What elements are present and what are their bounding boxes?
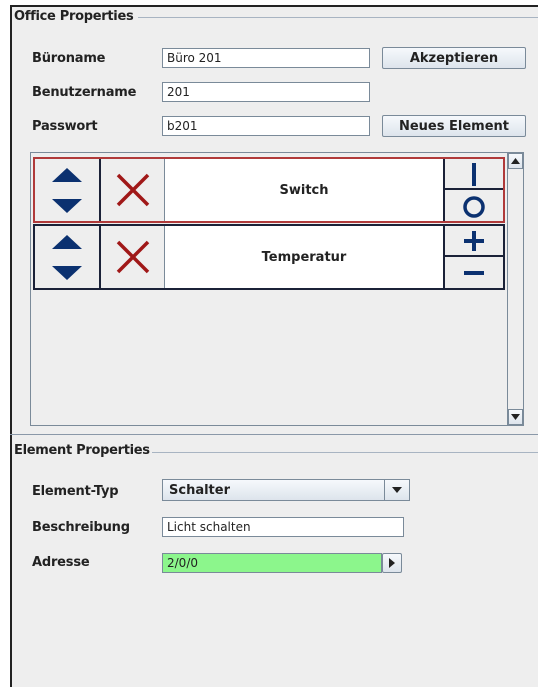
adresse-picker-button[interactable] <box>382 553 402 573</box>
element-name: Temperatur <box>165 226 443 288</box>
decrease-button[interactable] <box>445 257 503 288</box>
element-typ-value: Schalter <box>169 483 230 498</box>
element-controls <box>443 159 503 221</box>
scroll-down-button[interactable] <box>508 409 523 425</box>
office-properties-title: Office Properties <box>12 9 136 24</box>
adresse-label: Adresse <box>32 555 90 570</box>
element-properties-title: Element Properties <box>12 443 152 458</box>
element-typ-select[interactable]: Schalter <box>162 479 410 501</box>
plus-icon <box>464 230 484 251</box>
benutzername-field[interactable]: 201 <box>162 82 370 102</box>
element-typ-label: Element-Typ <box>32 484 119 499</box>
close-icon <box>116 240 149 274</box>
element-name: Switch <box>165 159 443 221</box>
akzeptieren-button[interactable]: Akzeptieren <box>382 47 526 69</box>
arrow-up-icon <box>52 167 82 182</box>
benutzername-label: Benutzername <box>32 85 137 100</box>
element-controls <box>443 226 503 288</box>
minus-icon <box>464 270 484 275</box>
chevron-right-icon <box>389 558 395 568</box>
power-off-icon <box>463 195 485 218</box>
element-group-border <box>150 452 538 453</box>
office-group-border <box>138 17 538 18</box>
arrow-up-icon <box>52 234 82 249</box>
chevron-down-icon <box>511 414 520 420</box>
move-up-button[interactable] <box>35 226 99 257</box>
delete-button[interactable] <box>101 159 165 221</box>
chevron-down-icon <box>392 487 402 493</box>
buroname-label: Büroname <box>32 51 106 66</box>
power-on-icon <box>472 162 476 186</box>
vertical-scrollbar[interactable] <box>507 153 523 425</box>
arrow-down-icon <box>52 198 82 213</box>
delete-button[interactable] <box>101 226 165 288</box>
neues-element-button[interactable]: Neues Element <box>382 115 526 137</box>
adresse-field[interactable]: 2/0/0 <box>162 553 382 573</box>
reorder-arrows <box>35 159 101 221</box>
element-row-switch[interactable]: Switch <box>33 157 505 223</box>
element-list[interactable]: Switch Temperatur <box>30 152 524 426</box>
element-row-temperatur[interactable]: Temperatur <box>33 224 505 290</box>
switch-off-button[interactable] <box>445 190 503 221</box>
buroname-field[interactable]: Büro 201 <box>162 48 370 68</box>
move-down-button[interactable] <box>35 190 99 221</box>
passwort-field[interactable]: b201 <box>162 116 370 136</box>
reorder-arrows <box>35 226 101 288</box>
passwort-label: Passwort <box>32 119 98 134</box>
element-props-divider <box>10 434 538 435</box>
close-icon <box>116 173 149 207</box>
beschreibung-label: Beschreibung <box>32 520 130 535</box>
arrow-down-icon <box>52 265 82 280</box>
chevron-up-icon <box>511 158 520 164</box>
move-down-button[interactable] <box>35 257 99 288</box>
move-up-button[interactable] <box>35 159 99 190</box>
dropdown-button[interactable] <box>384 480 409 500</box>
scroll-up-button[interactable] <box>508 153 523 169</box>
beschreibung-field[interactable]: Licht schalten <box>162 517 404 537</box>
switch-on-button[interactable] <box>445 159 503 190</box>
increase-button[interactable] <box>445 226 503 257</box>
